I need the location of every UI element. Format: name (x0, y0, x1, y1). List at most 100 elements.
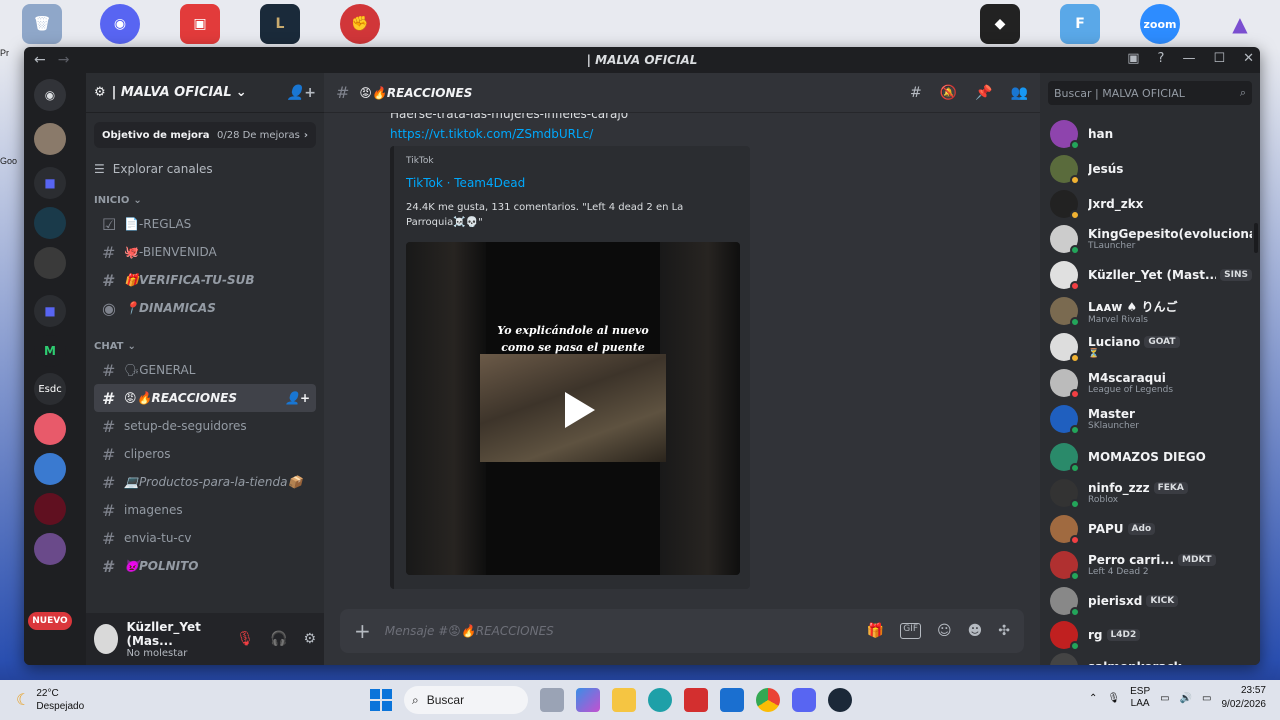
threads-icon[interactable]: # (910, 85, 922, 101)
discord-home-icon[interactable]: ◉ (34, 79, 66, 111)
headphones-icon[interactable]: 🎧 (270, 631, 287, 647)
league-desktop-icon[interactable]: L (260, 4, 300, 44)
mic-icon[interactable]: 🎙 (1107, 693, 1120, 704)
member-item[interactable]: Master SKlauncher (1050, 402, 1252, 436)
channel-productos[interactable]: # 💻Productos-para-la-tienda📦 (94, 468, 316, 496)
edge-icon[interactable] (648, 688, 672, 712)
pin-icon[interactable]: 📌 (975, 85, 992, 101)
invite-people-icon[interactable]: 👤+ (287, 85, 316, 101)
avatar[interactable] (94, 624, 119, 654)
member-item[interactable]: salmonkorack (1050, 650, 1252, 665)
apps-icon[interactable]: ✣ (998, 623, 1010, 639)
category-inicio[interactable]: INICIO ⌄ (86, 190, 324, 210)
start-button[interactable] (370, 689, 392, 711)
gear-icon[interactable]: ⚙ (303, 631, 316, 647)
invite-icon[interactable]: 👤+ (285, 391, 310, 405)
network-icon[interactable]: ▭ (1160, 693, 1169, 704)
member-item[interactable]: PAPU Ado (1050, 512, 1252, 546)
channel-cliperos[interactable]: # cliperos (94, 440, 316, 468)
members-icon[interactable]: 👥 (1011, 85, 1028, 101)
weather-widget[interactable]: ☾ 22°C Despejado (0, 687, 84, 713)
category-chat[interactable]: CHAT ⌄ (86, 336, 324, 356)
server-icon[interactable]: Esdc (34, 373, 66, 405)
channel-bienvenida[interactable]: # 🐙-BIENVENIDA (94, 238, 316, 266)
inbox-icon[interactable]: ▣ (1127, 51, 1139, 66)
recycle-bin-icon[interactable]: 🗑 (22, 4, 62, 44)
app-l-icon[interactable] (684, 688, 708, 712)
member-item[interactable]: rg L4D2 (1050, 618, 1252, 652)
member-item[interactable]: han (1050, 117, 1252, 151)
roblox-desktop-icon[interactable]: ◆ (980, 4, 1020, 44)
server-icon[interactable] (34, 493, 66, 525)
server-icon[interactable] (34, 453, 66, 485)
member-item[interactable]: M4scaraqui League of Legends (1050, 366, 1252, 400)
app-red-desktop-icon[interactable]: ▣ (180, 4, 220, 44)
minimize-icon[interactable]: — (1182, 51, 1195, 66)
message-link[interactable]: https://vt.tiktok.com/ZSmdbURLc/ (390, 127, 593, 141)
gift-icon[interactable]: 🎁 (867, 623, 884, 639)
channel-reglas[interactable]: ☑ 📄-REGLAS (94, 210, 316, 238)
malva-desktop-icon[interactable]: ▲ (1220, 4, 1260, 44)
clock[interactable]: 23:57 9/02/2026 (1222, 684, 1267, 712)
member-item[interactable]: Jxrd_zkx (1050, 187, 1252, 221)
discord-desktop-icon[interactable]: ◉ (100, 4, 140, 44)
mic-muted-icon[interactable]: 🎙 (236, 631, 254, 647)
member-item[interactable]: ninfo_zzz FEKA Roblox (1050, 476, 1252, 510)
outlook-icon[interactable] (720, 688, 744, 712)
sticker-icon[interactable]: ☺ (937, 623, 952, 639)
emoji-icon[interactable]: ☻ (968, 623, 983, 639)
channel-setup[interactable]: # setup-de-seguidores (94, 412, 316, 440)
battery-icon[interactable]: ▭ (1202, 693, 1211, 704)
zoom-desktop-icon[interactable]: zoom (1140, 4, 1180, 44)
copilot-icon[interactable] (576, 688, 600, 712)
back-arrow-icon[interactable]: ← (34, 52, 46, 68)
task-view-icon[interactable] (540, 688, 564, 712)
bell-muted-icon[interactable]: 🔕 (940, 85, 957, 101)
explore-channels[interactable]: ☰ Explorar canales (94, 162, 316, 176)
server-icon[interactable] (34, 413, 66, 445)
channel-imagenes[interactable]: # imagenes (94, 496, 316, 524)
member-item[interactable]: Luciano GOAT ⏳ (1050, 330, 1252, 364)
channel-reacciones[interactable]: # 😡🔥REACCIONES 👤+ (94, 384, 316, 412)
f-app-desktop-icon[interactable]: F (1060, 4, 1100, 44)
server-icon[interactable] (34, 123, 66, 155)
forward-arrow-icon[interactable]: → (58, 52, 70, 68)
play-icon[interactable] (555, 388, 599, 432)
language-indicator[interactable]: ESP LAA (1130, 686, 1150, 710)
taskbar-search[interactable]: ⌕ Buscar (404, 686, 528, 714)
server-header[interactable]: ⚙ | MALVA OFICIAL ⌄ 👤+ (86, 73, 324, 113)
embed-title[interactable]: TikTok · Team4Dead (406, 176, 738, 190)
steam-icon[interactable] (828, 688, 852, 712)
riot-desktop-icon[interactable]: ✊ (340, 4, 380, 44)
member-item[interactable]: KingGepesito(evoluciona...TLauncher (1050, 222, 1252, 256)
chrome-icon[interactable] (756, 688, 780, 712)
channel-envia-cv[interactable]: # envia-tu-cv (94, 524, 316, 552)
maximize-icon[interactable]: ☐ (1213, 51, 1225, 66)
member-item[interactable]: Küzller_Yet (Mast... SINS (1050, 258, 1252, 292)
help-icon[interactable]: ? (1158, 51, 1165, 66)
channel-polnito[interactable]: # 👿POLNITO (94, 552, 316, 580)
add-attachment-icon[interactable]: + (354, 619, 371, 643)
channel-general[interactable]: # 🗣GENERAL (94, 356, 316, 384)
member-item[interactable]: Perro carri... MDKT Left 4 Dead 2 (1050, 548, 1252, 582)
boost-goal[interactable]: Objetivo de mejora 0/28 De mejoras › (94, 122, 316, 148)
discord-taskbar-icon[interactable] (792, 688, 816, 712)
video-player[interactable]: Yo explicándole al nuevo como se pasa el… (406, 242, 740, 575)
message-composer[interactable]: + Mensaje #😡🔥REACCIONES 🎁 GIF ☺ ☻ ✣ (340, 609, 1024, 653)
folder-icon[interactable]: ■ (34, 167, 66, 199)
channel-dinamicas[interactable]: ◉ 📍DINAMICAS (94, 294, 316, 322)
member-item[interactable]: pierisxd KICK (1050, 584, 1252, 618)
chevron-up-icon[interactable]: ⌃ (1089, 693, 1097, 704)
scrollbar[interactable] (1254, 223, 1258, 253)
member-item[interactable]: Jesús (1050, 152, 1252, 186)
server-icon[interactable] (34, 247, 66, 279)
member-item[interactable]: MOMAZOS DIEGO (1050, 440, 1252, 474)
member-item[interactable]: Lᴀᴀᴡ ♠ りんご Marvel Rivals (1050, 294, 1252, 328)
message-input[interactable]: Mensaje #😡🔥REACCIONES (385, 624, 554, 638)
folder-icon[interactable]: ■ (34, 295, 66, 327)
malva-server-icon[interactable]: M (34, 335, 66, 367)
search-input[interactable]: Buscar | MALVA OFICIAL ⌕ (1048, 81, 1252, 105)
file-explorer-icon[interactable] (612, 688, 636, 712)
server-icon[interactable] (34, 533, 66, 565)
close-icon[interactable]: ✕ (1243, 51, 1254, 66)
